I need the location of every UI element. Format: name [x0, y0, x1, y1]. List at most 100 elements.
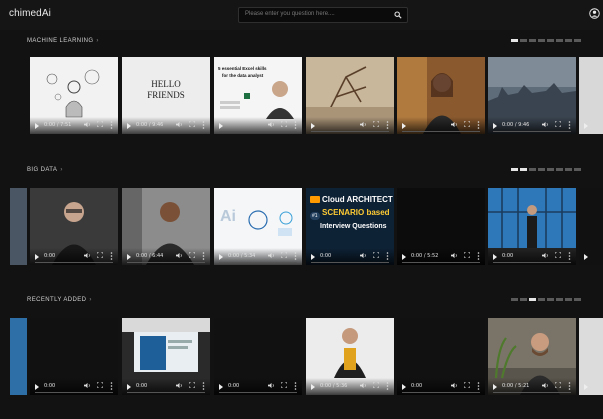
volume-icon[interactable] [451, 121, 458, 128]
more-icon[interactable] [386, 121, 389, 129]
search-box[interactable]: Please enter you question here.... [238, 7, 408, 23]
video-card[interactable]: 0:00 / 5:21 [488, 318, 576, 395]
pager-dot[interactable] [556, 298, 563, 301]
fullscreen-icon[interactable] [373, 382, 379, 388]
section-title-recently-added[interactable]: RECENTLY ADDED › [27, 297, 92, 303]
fullscreen-icon[interactable] [555, 121, 561, 127]
pager-dot[interactable] [556, 168, 563, 171]
progress-bar[interactable] [311, 392, 389, 393]
pager-dot[interactable] [520, 168, 527, 171]
video-card[interactable]: 0:00 / 5:36 [306, 318, 394, 395]
account-icon[interactable] [589, 8, 600, 19]
more-icon[interactable] [568, 252, 571, 260]
more-icon[interactable] [110, 121, 113, 129]
more-icon[interactable] [386, 252, 389, 260]
volume-icon[interactable] [542, 382, 549, 389]
volume-icon[interactable] [542, 121, 549, 128]
pager-dot[interactable] [547, 39, 554, 42]
progress-bar[interactable] [219, 392, 297, 393]
video-card[interactable]: 0:00 [214, 318, 302, 395]
volume-icon[interactable] [176, 121, 183, 128]
fullscreen-icon[interactable] [97, 121, 103, 127]
pager-dot[interactable] [511, 168, 518, 171]
pager-dot[interactable] [511, 39, 518, 42]
video-card-partial[interactable] [579, 318, 603, 395]
pager-dot[interactable] [511, 298, 518, 301]
pager-dot[interactable] [556, 39, 563, 42]
video-card[interactable]: HELLO FRIENDS 0:00 / 9:46 [122, 57, 210, 134]
progress-bar[interactable] [219, 131, 297, 132]
pager-dot[interactable] [520, 39, 527, 42]
fullscreen-icon[interactable] [555, 252, 561, 258]
progress-bar[interactable] [35, 262, 113, 263]
play-icon[interactable] [402, 384, 406, 390]
video-card-partial[interactable] [579, 188, 603, 265]
progress-bar[interactable] [127, 392, 205, 393]
video-card[interactable] [397, 57, 485, 134]
section-title-machine-learning[interactable]: MACHINE LEARNING › [27, 38, 99, 44]
play-icon[interactable] [219, 123, 223, 129]
play-icon[interactable] [127, 254, 131, 260]
progress-bar[interactable] [35, 392, 113, 393]
video-card-partial[interactable] [10, 188, 27, 265]
fullscreen-icon[interactable] [281, 252, 287, 258]
volume-icon[interactable] [360, 252, 367, 259]
volume-icon[interactable] [176, 382, 183, 389]
section-title-big-data[interactable]: BIG DATA › [27, 167, 63, 173]
play-icon[interactable] [584, 384, 588, 390]
more-icon[interactable] [568, 382, 571, 390]
pager-dot[interactable] [538, 298, 545, 301]
video-card[interactable]: 0:00 [488, 188, 576, 265]
volume-icon[interactable] [451, 382, 458, 389]
video-card-partial[interactable] [10, 318, 27, 395]
search-icon[interactable] [394, 11, 402, 19]
pager-machine-learning[interactable] [511, 39, 581, 43]
pager-dot[interactable] [565, 39, 572, 42]
video-card[interactable]: 0:00 [397, 318, 485, 395]
fullscreen-icon[interactable] [464, 121, 470, 127]
more-icon[interactable] [477, 382, 480, 390]
progress-bar[interactable] [127, 262, 205, 263]
progress-bar[interactable] [311, 131, 389, 132]
play-icon[interactable] [402, 254, 406, 260]
pager-dot[interactable] [574, 168, 581, 171]
volume-icon[interactable] [84, 121, 91, 128]
play-icon[interactable] [493, 123, 497, 129]
fullscreen-icon[interactable] [189, 382, 195, 388]
more-icon[interactable] [202, 252, 205, 260]
progress-bar[interactable] [402, 392, 480, 393]
more-icon[interactable] [110, 252, 113, 260]
fullscreen-icon[interactable] [373, 252, 379, 258]
video-card[interactable]: 0:00 / 6:44 [122, 188, 210, 265]
fullscreen-icon[interactable] [373, 121, 379, 127]
play-icon[interactable] [584, 123, 588, 129]
play-icon[interactable] [35, 123, 39, 129]
progress-bar[interactable] [219, 262, 297, 263]
volume-icon[interactable] [268, 382, 275, 389]
pager-dot[interactable] [529, 298, 536, 301]
video-card[interactable]: #1 Cloud ARCHITECT SCENARIO based Interv… [306, 188, 394, 265]
more-icon[interactable] [202, 121, 205, 129]
more-icon[interactable] [568, 121, 571, 129]
play-icon[interactable] [311, 254, 315, 260]
more-icon[interactable] [294, 382, 297, 390]
pager-dot[interactable] [565, 298, 572, 301]
more-icon[interactable] [294, 121, 297, 129]
volume-icon[interactable] [451, 252, 458, 259]
more-icon[interactable] [477, 252, 480, 260]
fullscreen-icon[interactable] [281, 121, 287, 127]
progress-bar[interactable] [493, 262, 571, 263]
play-icon[interactable] [493, 254, 497, 260]
video-card[interactable]: 0:00 / 7:51 [30, 57, 118, 134]
fullscreen-icon[interactable] [97, 252, 103, 258]
play-icon[interactable] [311, 384, 315, 390]
volume-icon[interactable] [360, 121, 367, 128]
play-icon[interactable] [311, 123, 315, 129]
video-card[interactable]: 0:00 [30, 318, 118, 395]
video-card[interactable]: 0:00 / 5:52 [397, 188, 485, 265]
video-card[interactable]: 0:00 [122, 318, 210, 395]
fullscreen-icon[interactable] [97, 382, 103, 388]
play-icon[interactable] [402, 123, 406, 129]
more-icon[interactable] [386, 382, 389, 390]
pager-recently-added[interactable] [511, 298, 581, 302]
